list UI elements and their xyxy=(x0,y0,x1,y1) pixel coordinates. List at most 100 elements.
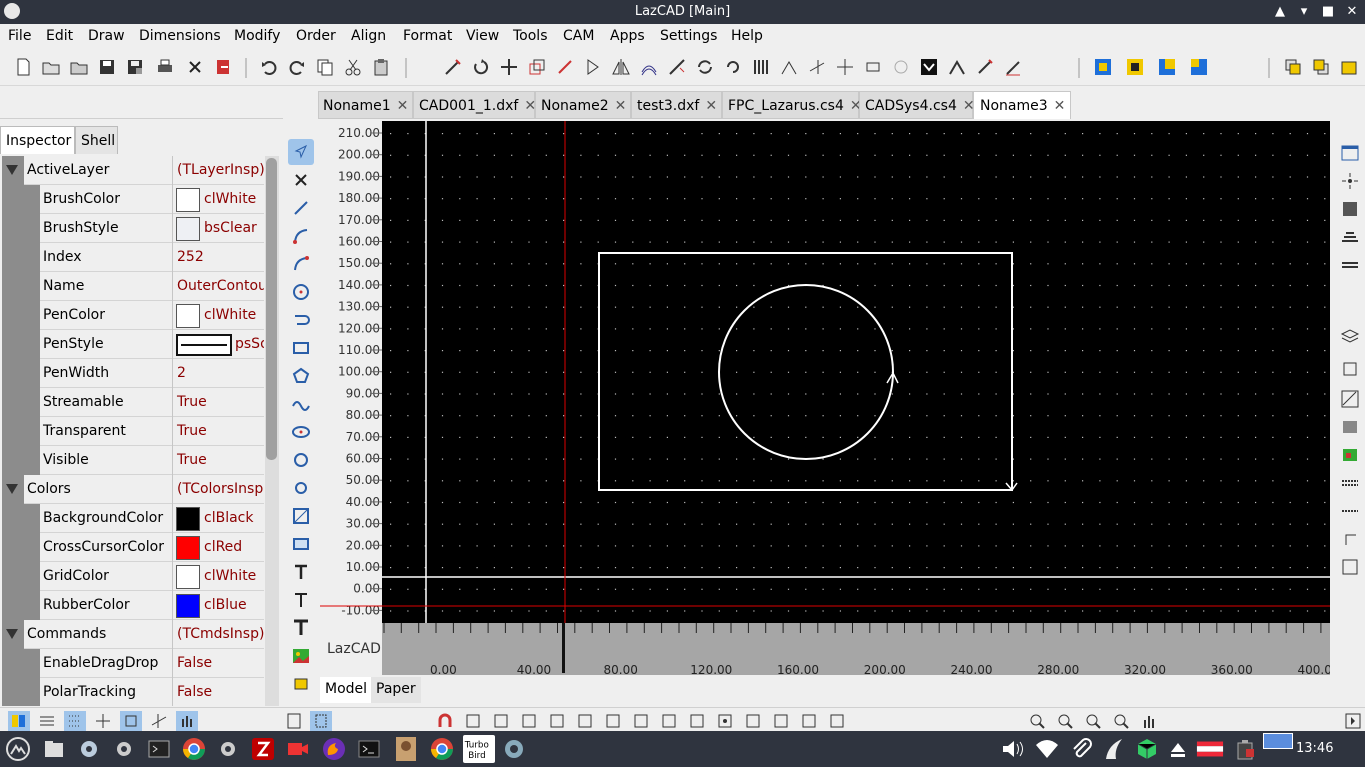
eject-icon[interactable] xyxy=(1164,735,1192,763)
property-value-cell[interactable]: clWhite xyxy=(172,185,264,214)
settings-gear-icon[interactable] xyxy=(75,735,103,763)
pan-hand-icon[interactable] xyxy=(1138,711,1160,731)
ortho-icon[interactable] xyxy=(1338,253,1362,277)
object-snap-icon[interactable] xyxy=(1338,357,1362,381)
break-icon[interactable] xyxy=(834,56,856,78)
doc-tab[interactable]: Noname2 ✕ xyxy=(535,91,631,119)
menu-draw[interactable]: Draw xyxy=(88,28,125,44)
close-tab-icon[interactable]: ✕ xyxy=(397,98,409,114)
doc-tab[interactable]: CAD001_1.dxf ✕ xyxy=(413,91,536,119)
list-icon[interactable] xyxy=(36,711,58,731)
property-value-cell[interactable]: (TLayerInsp) xyxy=(172,156,264,185)
dimension-icon[interactable] xyxy=(1338,387,1362,411)
chrome-icon[interactable] xyxy=(180,735,208,763)
snap-intersection-icon[interactable] xyxy=(630,711,652,731)
group-icon[interactable] xyxy=(890,56,912,78)
snap-center-point-icon[interactable] xyxy=(714,711,736,731)
toggle-ruler-icon[interactable] xyxy=(1338,471,1362,495)
inspector-property-row[interactable]: Transparent True xyxy=(2,417,264,446)
save-as-icon[interactable] xyxy=(124,56,146,78)
expand-triangle-icon[interactable] xyxy=(6,629,18,639)
doc-tab-active[interactable]: Noname3 ✕ xyxy=(973,91,1071,119)
cut-icon[interactable] xyxy=(342,56,364,78)
new-file-icon[interactable] xyxy=(12,56,34,78)
chamfer-icon[interactable] xyxy=(946,56,968,78)
mirror-icon[interactable] xyxy=(582,56,604,78)
rotate-icon[interactable] xyxy=(470,56,492,78)
property-value-cell[interactable]: 252 xyxy=(172,243,264,272)
property-value-cell[interactable]: True xyxy=(172,388,264,417)
page-icon[interactable] xyxy=(283,711,305,731)
menu-modify[interactable]: Modify xyxy=(234,28,280,44)
inspector-group-row[interactable]: ActiveLayer (TLayerInsp) xyxy=(2,156,264,185)
inspector-property-row[interactable]: Name OuterContour xyxy=(2,272,264,301)
ellipse-arc-tool-icon[interactable] xyxy=(288,447,314,473)
pen-icon[interactable] xyxy=(1002,56,1024,78)
open-file-icon[interactable] xyxy=(40,56,62,78)
move-icon[interactable] xyxy=(498,56,520,78)
inspector-property-row[interactable]: PolarTracking False xyxy=(2,678,264,706)
copy-icon[interactable] xyxy=(314,56,336,78)
snap-e-icon[interactable] xyxy=(770,711,792,731)
firefox-icon[interactable] xyxy=(320,735,348,763)
menu-help[interactable]: Help xyxy=(731,28,763,44)
turbobird-icon[interactable]: Turbo Bird xyxy=(463,735,495,763)
snap-extension-icon[interactable] xyxy=(658,711,680,731)
menu-file[interactable]: File xyxy=(8,28,31,44)
circle-tool-icon[interactable] xyxy=(288,279,314,305)
snap-center-icon[interactable] xyxy=(546,711,568,731)
console-icon[interactable] xyxy=(355,735,383,763)
scale-icon[interactable] xyxy=(526,56,548,78)
keep-above-icon[interactable]: ▲ xyxy=(1270,2,1290,22)
snap-n-icon[interactable] xyxy=(798,711,820,731)
snap-quadrant-icon[interactable] xyxy=(602,711,624,731)
inspector-group-row[interactable]: Commands (TCmdsInsp) xyxy=(2,620,264,649)
save-icon[interactable] xyxy=(96,56,118,78)
arc-tool-icon[interactable] xyxy=(288,223,314,249)
snap-s-icon[interactable] xyxy=(742,711,764,731)
property-value-cell[interactable]: 2 xyxy=(172,359,264,388)
open-recent-icon[interactable] xyxy=(68,56,90,78)
command-line-icon[interactable] xyxy=(1342,711,1364,731)
layer-color-1-icon[interactable] xyxy=(1092,56,1114,78)
measure-icon[interactable] xyxy=(974,56,996,78)
close-tab-icon[interactable]: ✕ xyxy=(615,98,627,114)
ruler-h-icon[interactable] xyxy=(1338,499,1362,523)
menu-apps[interactable]: Apps xyxy=(610,28,645,44)
inspector-property-row[interactable]: PenWidth 2 xyxy=(2,359,264,388)
color-picker-icon[interactable] xyxy=(8,711,30,731)
print-icon[interactable] xyxy=(154,56,176,78)
snap-points-icon[interactable] xyxy=(1338,169,1362,193)
fillet-icon[interactable] xyxy=(778,56,800,78)
flip-icon[interactable] xyxy=(610,56,632,78)
snap-grid-icon[interactable] xyxy=(1338,197,1362,221)
frame-icon[interactable] xyxy=(1338,555,1362,579)
menu-settings[interactable]: Settings xyxy=(660,28,717,44)
keyboard-layout-flag-icon[interactable] xyxy=(1196,735,1226,763)
menu-order[interactable]: Order xyxy=(296,28,336,44)
magnet-icon[interactable] xyxy=(434,711,456,731)
edit-points-icon[interactable] xyxy=(442,56,464,78)
volume-icon[interactable] xyxy=(998,735,1026,763)
inspector-property-row[interactable]: Visible True xyxy=(2,446,264,475)
explode-icon[interactable] xyxy=(554,56,576,78)
inspector-scroll-thumb[interactable] xyxy=(266,158,277,460)
layer-color-2-icon[interactable] xyxy=(1124,56,1146,78)
tab-paper[interactable]: Paper xyxy=(371,677,421,703)
snap-node-icon[interactable] xyxy=(574,711,596,731)
menu-format[interactable]: Format xyxy=(403,28,452,44)
inspector-property-row[interactable]: PenColor clWhite xyxy=(2,301,264,330)
tab-shell[interactable]: Shell xyxy=(75,126,118,154)
polar-icon[interactable] xyxy=(148,711,170,731)
image-tool-icon[interactable] xyxy=(288,643,314,669)
workspace-indicator[interactable] xyxy=(1263,733,1293,749)
paste-icon[interactable] xyxy=(370,56,392,78)
inspector-property-row[interactable]: BackgroundColor clBlack xyxy=(2,504,264,533)
expand-triangle-icon[interactable] xyxy=(6,484,18,494)
start-menu-icon[interactable] xyxy=(4,735,32,763)
color-swatch[interactable] xyxy=(176,536,200,560)
inspector-property-row[interactable]: Index 252 xyxy=(2,243,264,272)
close-document-icon[interactable] xyxy=(184,56,206,78)
chrome-2-icon[interactable] xyxy=(428,735,456,763)
solid-fill-tool-icon[interactable] xyxy=(288,531,314,557)
